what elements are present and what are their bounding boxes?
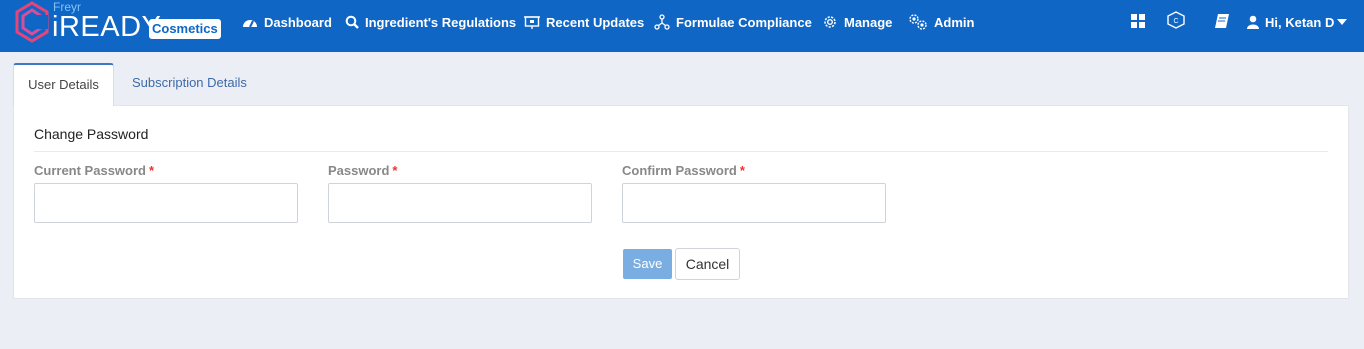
search-icon xyxy=(345,15,359,29)
molecule-icon xyxy=(654,14,670,30)
brand-module-badge: Cosmetics xyxy=(149,19,221,39)
nav-manage-label: Manage xyxy=(844,14,893,30)
book-icon xyxy=(1215,14,1229,28)
apps-grid-button[interactable] xyxy=(1131,14,1145,33)
divider xyxy=(34,151,1328,152)
cosmetics-module-button[interactable]: C xyxy=(1164,10,1188,35)
nav-admin[interactable]: Admin xyxy=(908,0,974,44)
nav-recent-updates[interactable]: Recent Updates xyxy=(524,0,644,44)
tab-user-details[interactable]: User Details xyxy=(13,63,114,106)
confirm-password-label-text: Confirm Password xyxy=(622,163,737,178)
nav-ingredients-regulations[interactable]: Ingredient's Regulations xyxy=(345,0,516,44)
cosmetics-icon: C xyxy=(1167,11,1185,29)
change-password-card: Change Password Current Password * Passwo… xyxy=(13,105,1349,299)
freyr-logo-icon xyxy=(15,1,49,43)
current-password-input[interactable] xyxy=(34,183,298,223)
nav-formulae-compliance-label: Formulae Compliance xyxy=(676,14,812,30)
caret-down-icon xyxy=(1337,19,1348,25)
current-password-label: Current Password * xyxy=(34,163,154,178)
password-label: Password * xyxy=(328,163,397,178)
grid-icon xyxy=(1131,14,1145,28)
confirm-password-input[interactable] xyxy=(622,183,886,223)
user-greeting: Hi, Ketan D xyxy=(1265,14,1335,30)
tab-subscription-details[interactable]: Subscription Details xyxy=(132,75,247,90)
nav-recent-updates-label: Recent Updates xyxy=(546,14,645,30)
password-label-text: Password xyxy=(328,163,390,178)
nav-ingredients-regulations-label: Ingredient's Regulations xyxy=(365,14,517,30)
confirm-password-label: Confirm Password * xyxy=(622,163,745,178)
password-input[interactable] xyxy=(328,183,592,223)
nav-formulae-compliance[interactable]: Formulae Compliance xyxy=(654,0,812,44)
nav-dashboard[interactable]: Dashboard xyxy=(242,0,332,44)
svg-text:C: C xyxy=(1173,18,1178,25)
nav-dashboard-label: Dashboard xyxy=(264,14,332,30)
user-icon xyxy=(1247,15,1259,29)
required-marker: * xyxy=(148,163,155,178)
top-navbar: Freyr iREADY Cosmetics Dashboard Ingredi… xyxy=(0,0,1364,52)
cancel-button[interactable]: Cancel xyxy=(675,248,740,280)
required-marker: * xyxy=(739,163,745,178)
save-button[interactable]: Save xyxy=(623,249,672,279)
dashboard-icon xyxy=(243,20,257,28)
docs-button[interactable] xyxy=(1214,13,1230,34)
nav-admin-label: Admin xyxy=(934,14,975,30)
required-marker: * xyxy=(392,163,398,178)
brand-logo[interactable]: Freyr iREADY Cosmetics xyxy=(14,0,221,48)
gear-icon xyxy=(824,16,836,28)
presentation-icon xyxy=(524,15,540,29)
card-title: Change Password xyxy=(34,126,149,142)
user-menu[interactable]: Hi, Ketan D xyxy=(1247,0,1348,44)
nav-manage[interactable]: Manage xyxy=(822,0,892,44)
gears-icon xyxy=(909,14,927,30)
current-password-label-text: Current Password xyxy=(34,163,146,178)
brand-product: iREADY xyxy=(52,11,162,43)
